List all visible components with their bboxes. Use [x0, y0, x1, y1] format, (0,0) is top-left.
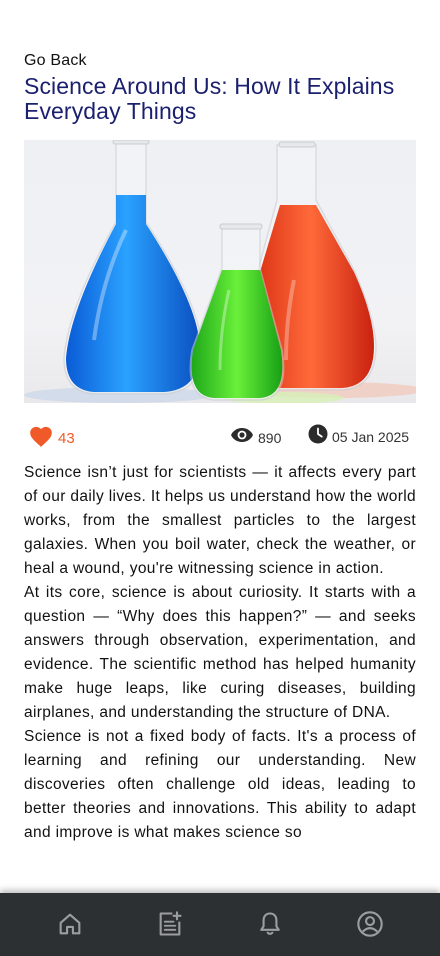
profile-icon	[357, 911, 383, 937]
like-button[interactable]: 43	[28, 424, 75, 453]
bottom-navigation	[0, 893, 440, 956]
article-title: Science Around Us: How It Explains Every…	[24, 73, 395, 124]
publish-date: 05 Jan 2025	[332, 428, 410, 445]
article-paragraph: Science is not a fixed body of facts. It…	[24, 728, 416, 841]
nav-home-button[interactable]	[55, 909, 85, 939]
nav-notifications-button[interactable]	[255, 909, 285, 939]
article-paragraph: Science isn’t just for scientists — it a…	[24, 464, 416, 577]
news-icon	[159, 911, 182, 936]
publish-date-group: 05 Jan 2025	[308, 424, 409, 449]
eye-icon	[230, 426, 254, 449]
article-stats-bar: 43 890 05 Jan 2025	[24, 420, 416, 452]
article-hero-image	[24, 140, 416, 403]
view-count: 890	[258, 429, 282, 446]
article-paragraph: At its core, science is about curiosity.…	[24, 584, 416, 721]
heart-icon	[28, 424, 54, 453]
article-body: Science isn’t just for scientists — it a…	[24, 461, 416, 845]
view-count-group: 890	[230, 426, 281, 449]
clock-icon	[308, 424, 328, 449]
home-icon	[59, 913, 81, 935]
like-count: 43	[58, 430, 75, 447]
lab-flasks-image	[24, 140, 416, 403]
go-back-link[interactable]: Go Back	[24, 52, 87, 70]
nav-profile-button[interactable]	[355, 909, 385, 939]
nav-news-button[interactable]	[155, 909, 185, 939]
bell-icon	[260, 912, 280, 935]
